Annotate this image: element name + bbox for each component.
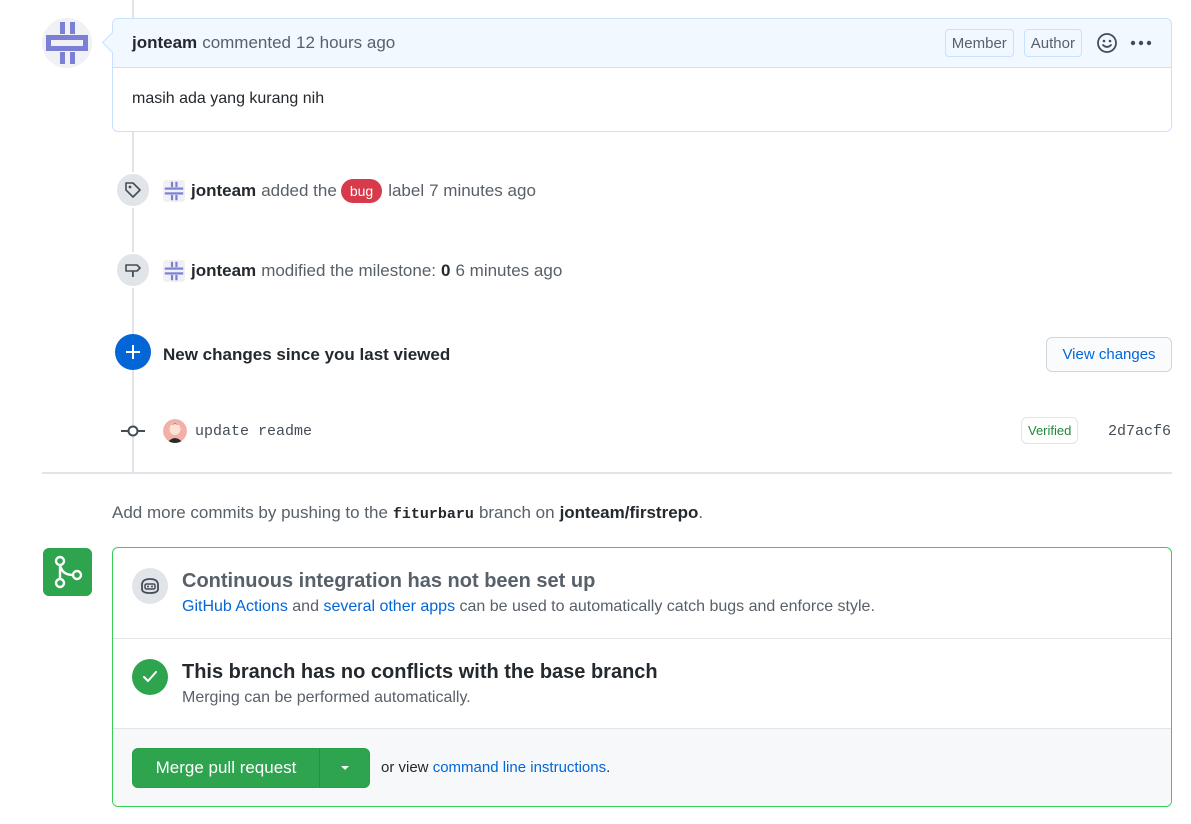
identicon-icon: [42, 18, 92, 68]
avatar[interactable]: [42, 18, 92, 68]
comment: jonteam commented 12 hours ago Member Au…: [112, 18, 1172, 132]
comment-time[interactable]: 12 hours ago: [296, 33, 395, 53]
push-note-prefix: Add more commits by pushing to the: [112, 503, 388, 522]
plus-icon: [115, 334, 151, 370]
caret-down-icon: [340, 766, 349, 770]
merge-alt-prefix: or view: [381, 759, 429, 776]
avatar[interactable]: [163, 180, 185, 202]
divider: [42, 472, 1172, 474]
bug-label[interactable]: bug: [340, 179, 383, 203]
label-event: jonteam added the bug label 7 minutes ag…: [163, 178, 536, 204]
event-author[interactable]: jonteam: [191, 261, 256, 281]
merge-pull-request-button[interactable]: Merge pull request: [133, 749, 320, 787]
repo-name: jonteam/firstrepo: [559, 503, 699, 522]
command-line-link[interactable]: command line instructions: [433, 759, 606, 776]
merge-button-group: Merge pull request: [132, 748, 370, 788]
conflicts-section: This branch has no conflicts with the ba…: [113, 639, 1171, 729]
merge-box: Continuous integration has not been set …: [112, 547, 1172, 807]
merge-section: Merge pull request or view command line …: [113, 729, 1171, 806]
milestone-name[interactable]: 0: [441, 261, 450, 281]
merge-alt-suffix: .: [606, 759, 611, 776]
event-time[interactable]: 6 minutes ago: [455, 261, 562, 281]
smiley-icon[interactable]: [1096, 32, 1118, 54]
github-actions-link[interactable]: GitHub Actions: [182, 598, 288, 615]
new-changes-text: New changes since you last viewed: [163, 345, 451, 364]
event-author[interactable]: jonteam: [191, 181, 256, 201]
ci-rest: can be used to automatically catch bugs …: [459, 598, 875, 615]
push-note: Add more commits by pushing to the fitur…: [112, 503, 703, 523]
avatar[interactable]: [163, 419, 187, 443]
event-action: modified the milestone:: [261, 261, 437, 280]
robot-icon: [132, 568, 168, 604]
ci-and: and: [292, 598, 319, 615]
push-note-suffix: .: [698, 503, 704, 522]
ci-subtitle: GitHub Actions and several other apps ca…: [182, 598, 875, 616]
comment-author[interactable]: jonteam: [132, 33, 197, 53]
milestone-event: jonteam modified the milestone: 0 6 minu…: [163, 258, 562, 284]
comment-header: jonteam commented 12 hours ago Member Au…: [113, 19, 1171, 68]
event-action: added the: [261, 181, 337, 200]
verified-badge[interactable]: Verified: [1021, 417, 1079, 444]
event-suffix: label: [388, 181, 425, 200]
view-changes-button[interactable]: View changes: [1046, 337, 1172, 372]
conflicts-subtitle: Merging can be performed automatically.: [182, 689, 471, 706]
member-badge: Member: [944, 29, 1014, 57]
merge-options-button[interactable]: [320, 749, 369, 787]
git-merge-icon: [43, 548, 92, 596]
push-note-middle: branch on: [478, 503, 555, 522]
avatar[interactable]: [163, 260, 185, 282]
ci-section: Continuous integration has not been set …: [113, 548, 1171, 639]
milestone-icon: [115, 252, 151, 288]
check-icon: [132, 659, 168, 695]
commit-message[interactable]: update readme: [195, 423, 312, 440]
commit-sha[interactable]: 2d7acf6: [1108, 423, 1171, 440]
comment-action: commented: [202, 33, 292, 52]
author-badge: Author: [1023, 29, 1082, 57]
ci-title: Continuous integration has not been set …: [182, 570, 596, 592]
branch-name: fiturbaru: [392, 506, 474, 523]
kebab-horizontal-icon[interactable]: [1130, 32, 1152, 54]
commit-icon: [121, 423, 145, 439]
comment-body: masih ada yang kurang nih: [132, 90, 325, 107]
merge-alt-text: or view command line instructions.: [381, 759, 610, 776]
conflicts-title: This branch has no conflicts with the ba…: [182, 661, 658, 683]
tag-icon: [115, 172, 151, 208]
event-time[interactable]: 7 minutes ago: [429, 181, 536, 201]
other-apps-link[interactable]: several other apps: [323, 598, 455, 615]
